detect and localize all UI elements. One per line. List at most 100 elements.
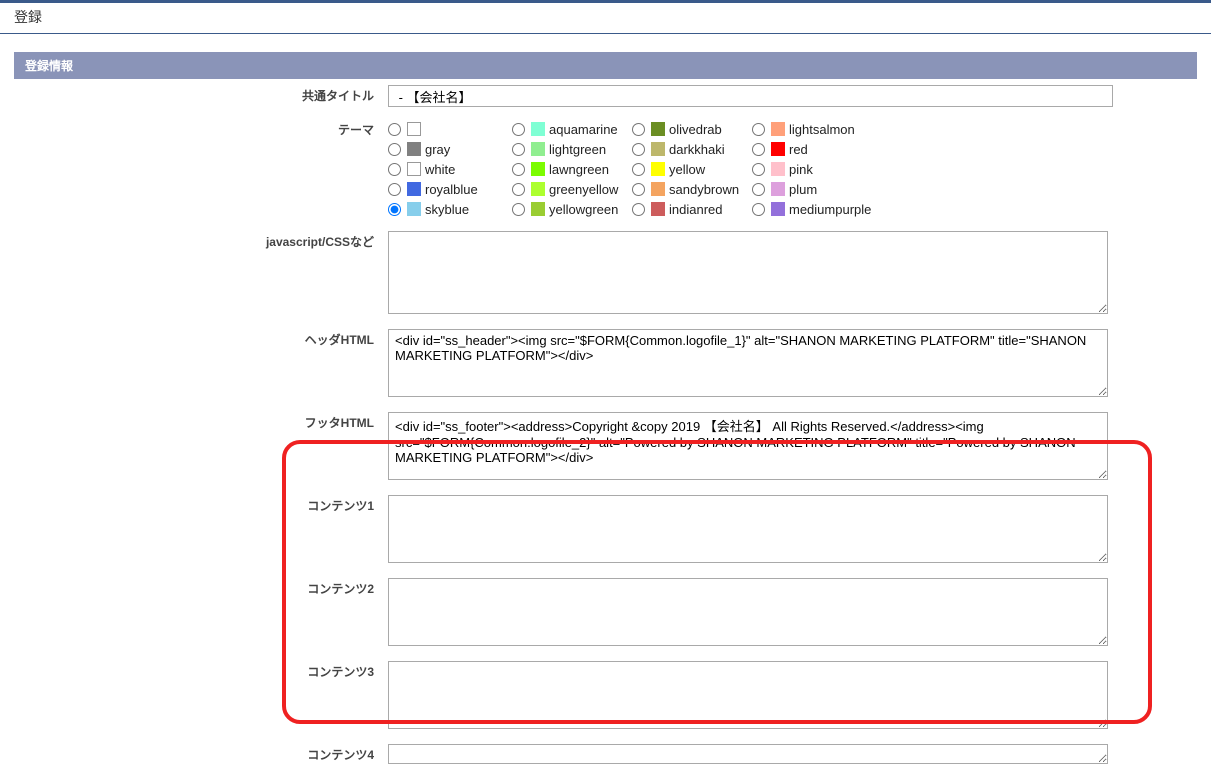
theme-radio-gray[interactable] [388,143,401,156]
row-footer-html: フッタHTML [14,406,1197,489]
theme-label: aquamarine [549,122,618,137]
color-swatch-icon [651,202,665,216]
color-swatch-icon [407,162,421,176]
theme-option-red[interactable]: red [752,139,882,159]
color-swatch-icon [407,182,421,196]
color-swatch-icon [531,122,545,136]
row-header-html: ヘッダHTML [14,323,1197,406]
theme-radio-lightgreen[interactable] [512,143,525,156]
theme-radio-indianred[interactable] [632,203,645,216]
label-content4: コンテンツ4 [14,742,384,767]
textarea-content4[interactable] [388,744,1108,764]
textarea-footer-html[interactable] [388,412,1108,480]
theme-label: indianred [669,202,723,217]
theme-option-lightgreen[interactable]: lightgreen [512,139,632,159]
color-swatch-icon [407,202,421,216]
theme-radio-yellowgreen[interactable] [512,203,525,216]
theme-radio-olivedrab[interactable] [632,123,645,136]
label-content1: コンテンツ1 [14,493,384,518]
theme-radio-white[interactable] [388,163,401,176]
page-title-bar: 登録 [0,0,1211,34]
label-common-title: 共通タイトル [14,83,384,108]
color-swatch-icon [531,182,545,196]
theme-label: lightgreen [549,142,606,157]
theme-radio-royalblue[interactable] [388,183,401,196]
color-swatch-icon [771,162,785,176]
panel-title: 登録情報 [14,52,1197,79]
theme-option-white[interactable]: white [388,159,512,179]
theme-radio-greenyellow[interactable] [512,183,525,196]
color-swatch-icon [771,122,785,136]
theme-radio-yellow[interactable] [632,163,645,176]
theme-option-skyblue[interactable]: skyblue [388,199,512,219]
theme-label: pink [789,162,813,177]
color-swatch-icon [651,122,665,136]
theme-option-default[interactable] [388,119,512,139]
label-content3: コンテンツ3 [14,659,384,684]
theme-label: sandybrown [669,182,739,197]
theme-option-mediumpurple[interactable]: mediumpurple [752,199,882,219]
registration-panel: 登録情報 共通タイトル テーマ graywhiteroyalblueskyblu… [14,52,1197,773]
color-swatch-icon [771,142,785,156]
row-theme: テーマ graywhiteroyalblueskyblueaquamarinel… [14,113,1197,225]
theme-radio-darkkhaki[interactable] [632,143,645,156]
theme-radio-red[interactable] [752,143,765,156]
theme-option-lawngreen[interactable]: lawngreen [512,159,632,179]
theme-radio-default[interactable] [388,123,401,136]
row-content1: コンテンツ1 [14,489,1197,572]
theme-label: greenyellow [549,182,618,197]
color-swatch-icon [651,142,665,156]
theme-option-plum[interactable]: plum [752,179,882,199]
textarea-header-html[interactable] [388,329,1108,397]
textarea-jscss[interactable] [388,231,1108,314]
color-swatch-icon [531,162,545,176]
theme-label: skyblue [425,202,469,217]
theme-option-greenyellow[interactable]: greenyellow [512,179,632,199]
input-common-title[interactable] [388,85,1113,107]
textarea-content2[interactable] [388,578,1108,646]
theme-grid: gray white royalblue skyblue aquamarine light… [388,119,1187,219]
theme-label: white [425,162,455,177]
theme-option-lightsalmon[interactable]: lightsalmon [752,119,882,139]
theme-label: lightsalmon [789,122,855,137]
theme-label: darkkhaki [669,142,725,157]
theme-label: plum [789,182,817,197]
theme-option-royalblue[interactable]: royalblue [388,179,512,199]
theme-radio-plum[interactable] [752,183,765,196]
theme-option-yellowgreen[interactable]: yellowgreen [512,199,632,219]
theme-radio-aquamarine[interactable] [512,123,525,136]
color-swatch-icon [407,142,421,156]
theme-radio-mediumpurple[interactable] [752,203,765,216]
theme-option-darkkhaki[interactable]: darkkhaki [632,139,752,159]
theme-option-gray[interactable]: gray [388,139,512,159]
theme-label: mediumpurple [789,202,871,217]
theme-option-aquamarine[interactable]: aquamarine [512,119,632,139]
label-content2: コンテンツ2 [14,576,384,601]
label-header-html: ヘッダHTML [14,327,384,352]
theme-radio-lawngreen[interactable] [512,163,525,176]
theme-option-sandybrown[interactable]: sandybrown [632,179,752,199]
theme-label: yellowgreen [549,202,618,217]
row-common-title: 共通タイトル [14,79,1197,113]
row-content4: コンテンツ4 [14,738,1197,773]
page-title: 登録 [14,9,42,25]
color-swatch-icon [651,182,665,196]
theme-radio-sandybrown[interactable] [632,183,645,196]
theme-radio-pink[interactable] [752,163,765,176]
theme-label: royalblue [425,182,478,197]
theme-option-olivedrab[interactable]: olivedrab [632,119,752,139]
color-swatch-icon [651,162,665,176]
textarea-content1[interactable] [388,495,1108,563]
row-content2: コンテンツ2 [14,572,1197,655]
theme-radio-skyblue[interactable] [388,203,401,216]
theme-label: yellow [669,162,705,177]
theme-label: lawngreen [549,162,609,177]
theme-option-indianred[interactable]: indianred [632,199,752,219]
row-jscss: javascript/CSSなど [14,225,1197,323]
textarea-content3[interactable] [388,661,1108,729]
theme-option-yellow[interactable]: yellow [632,159,752,179]
theme-option-pink[interactable]: pink [752,159,882,179]
color-swatch-icon [531,202,545,216]
color-swatch-icon [771,202,785,216]
theme-radio-lightsalmon[interactable] [752,123,765,136]
